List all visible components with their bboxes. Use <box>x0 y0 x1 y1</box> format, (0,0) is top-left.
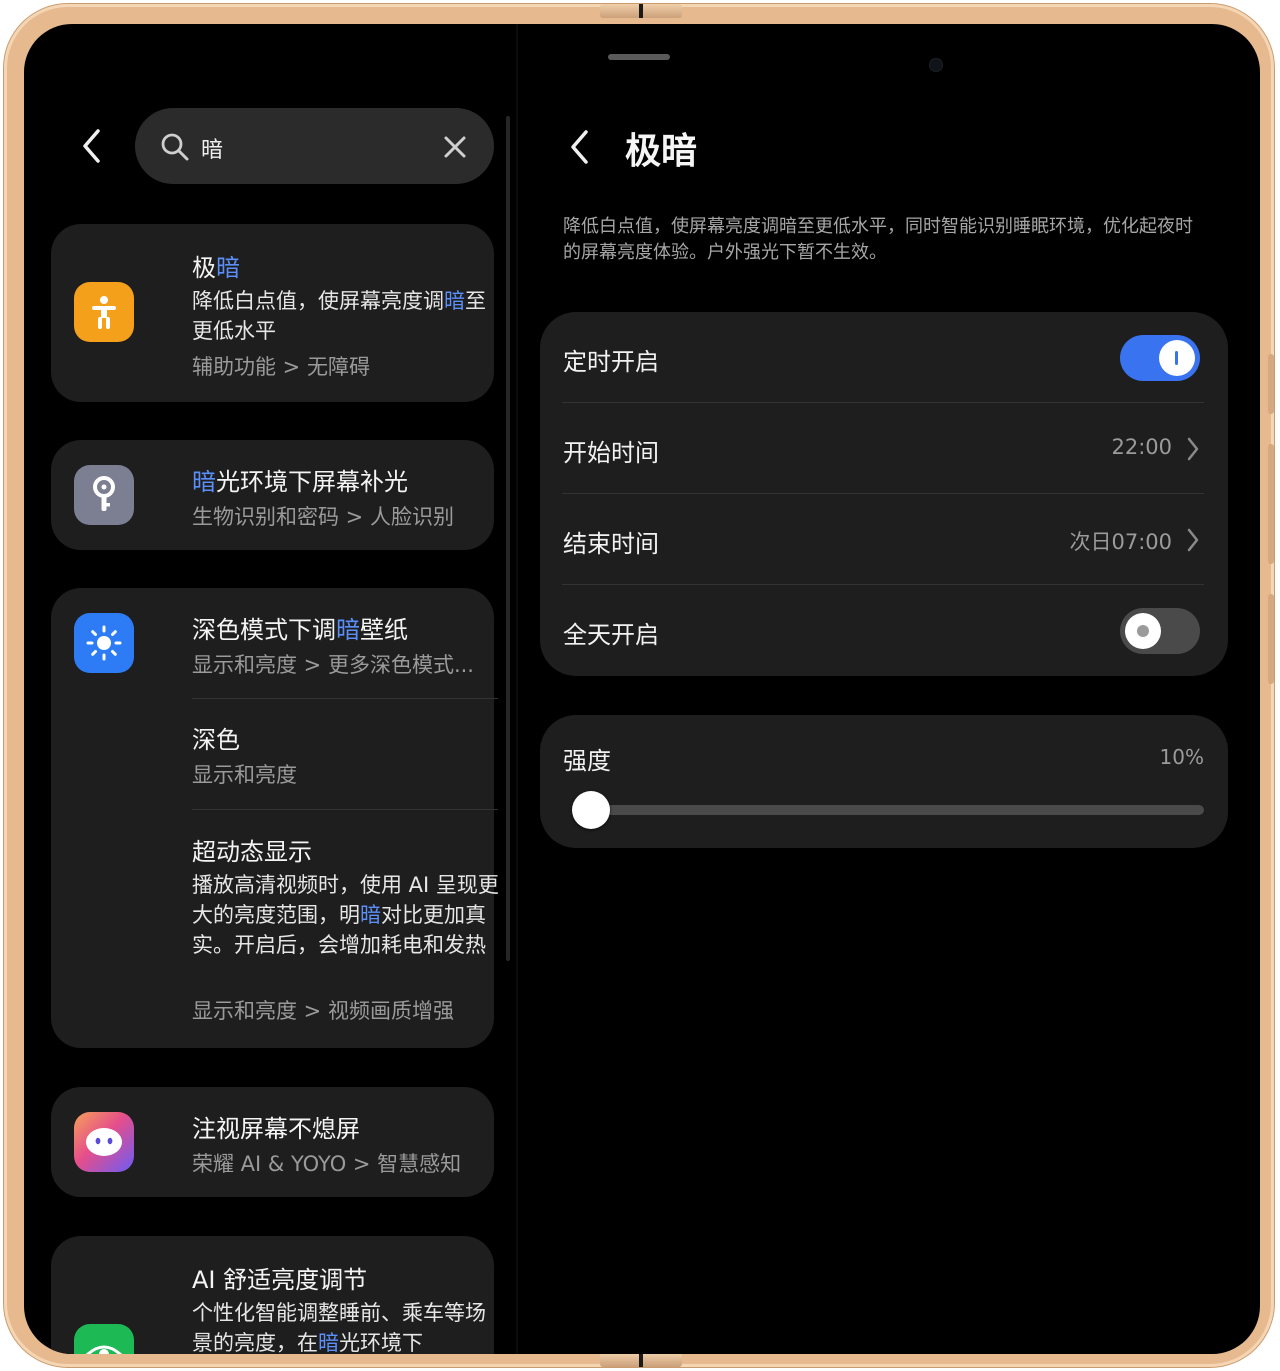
result-card-face-fill-light[interactable]: 暗光环境下屏幕补光 生物识别和密码 > 人脸识别 <box>51 440 494 550</box>
screen: 暗 极暗 降低白点值，使屏幕亮度调暗至更低水平 辅助功能 > 无障碍 暗光环境下… <box>24 24 1260 1354</box>
back-button[interactable] <box>72 126 112 166</box>
search-results-pane: 暗 极暗 降低白点值，使屏幕亮度调暗至更低水平 辅助功能 > 无障碍 暗光环境下… <box>24 24 516 1354</box>
detail-pane: 极暗 降低白点值，使屏幕亮度调暗至更低水平，同时智能识别睡眠环境，优化起夜时的屏… <box>518 24 1260 1354</box>
divider <box>192 809 498 810</box>
result-path: 显示和亮度 > 视频画质增强 <box>192 999 454 1023</box>
result-icon-tile <box>74 1324 134 1354</box>
result-path: 显示和亮度 <box>192 763 297 787</box>
intensity-panel: 强度 10% <box>540 715 1228 848</box>
chevron-left-icon <box>83 129 100 163</box>
intensity-label: 强度 <box>563 747 611 775</box>
result-path: 生物识别和密码 > 人脸识别 <box>192 505 454 529</box>
intensity-slider-thumb[interactable] <box>572 791 610 829</box>
search-icon <box>161 133 189 161</box>
result-card-gaze-keep-screen-on[interactable]: 注视屏幕不熄屏 荣耀 AI & YOYO > 智慧感知 <box>51 1087 494 1197</box>
result-title: 暗光环境下屏幕补光 <box>192 468 408 496</box>
search-input[interactable]: 暗 <box>201 132 223 164</box>
volume-button <box>1268 354 1274 414</box>
toggle-knob <box>1125 613 1161 649</box>
result-path: 辅助功能 > 无障碍 <box>192 355 370 379</box>
intensity-slider-track[interactable] <box>574 805 1204 815</box>
result-icon-tile <box>74 282 134 342</box>
clear-search-icon[interactable] <box>439 131 471 163</box>
start-time-value: 22:00 <box>1111 435 1172 459</box>
accessibility-icon <box>92 296 116 329</box>
all-day-row[interactable]: 全天开启 <box>540 585 1228 676</box>
result-icon-tile <box>74 1112 134 1172</box>
timed-on-label: 定时开启 <box>563 348 659 376</box>
page-title: 极暗 <box>625 131 698 172</box>
end-time-row[interactable]: 结束时间 次日07:00 <box>540 494 1228 585</box>
device-frame: 暗 极暗 降低白点值，使屏幕亮度调暗至更低水平 辅助功能 > 无障碍 暗光环境下… <box>4 4 1274 1367</box>
result-path: 显示和亮度 > 更多深色模式... <box>192 653 474 677</box>
all-day-label: 全天开启 <box>563 621 659 649</box>
result-icon-tile <box>74 465 134 525</box>
result-title: 深色模式下调暗壁纸 <box>192 616 408 644</box>
intensity-value: 10% <box>1159 745 1204 769</box>
result-card-ai-comfort-brightness[interactable]: AI 舒适亮度调节 个性化智能调整睡前、乘车等场景的亮度，在暗光环境下 <box>51 1236 494 1354</box>
all-day-toggle[interactable] <box>1120 608 1200 654</box>
page-description: 降低白点值，使屏幕亮度调暗至更低水平，同时智能识别睡眠环境，优化起夜时的屏幕亮度… <box>563 216 1193 263</box>
result-description: 降低白点值，使屏幕亮度调暗至更低水平 <box>192 289 486 343</box>
chevron-right-icon <box>1187 528 1199 552</box>
result-icon-tile <box>74 613 134 673</box>
search-bar[interactable]: 暗 <box>135 108 494 184</box>
end-time-label: 结束时间 <box>563 530 659 558</box>
key-icon <box>93 476 115 511</box>
hinge-bottom <box>600 1353 682 1367</box>
detail-back-button[interactable] <box>560 127 600 167</box>
yoyo-assistant-icon <box>86 1128 122 1156</box>
start-time-label: 开始时间 <box>563 439 659 467</box>
volume-button-2 <box>1268 444 1274 564</box>
chevron-right-icon <box>1187 437 1199 461</box>
result-card-display-group: 深色模式下调暗壁纸 显示和亮度 > 更多深色模式... 深色 显示和亮度 超动态… <box>51 588 499 1048</box>
power-button <box>1268 594 1274 684</box>
result-description: 个性化智能调整睡前、乘车等场景的亮度，在暗光环境下 <box>192 1301 486 1354</box>
brightness-icon <box>86 625 122 661</box>
result-title: 超动态显示 <box>192 838 312 866</box>
result-description: 播放高清视频时，使用 AI 呈现更大的亮度范围，明暗对比更加真实。开启后，会增加… <box>192 873 499 957</box>
start-time-row[interactable]: 开始时间 22:00 <box>540 403 1228 494</box>
timed-on-row[interactable]: 定时开启 <box>540 312 1228 403</box>
chevron-left-icon <box>571 130 588 164</box>
result-path: 荣耀 AI & YOYO > 智慧感知 <box>192 1152 462 1176</box>
end-time-value: 次日07:00 <box>1069 530 1172 554</box>
result-card-extra-dim[interactable]: 极暗 降低白点值，使屏幕亮度调暗至更低水平 辅助功能 > 无障碍 <box>51 224 494 402</box>
timed-on-toggle[interactable] <box>1120 335 1200 381</box>
result-title: 深色 <box>192 726 240 754</box>
result-title: AI 舒适亮度调节 <box>192 1266 368 1294</box>
schedule-panel: 定时开启 开始时间 22:00 结束时间 次日07:00 全天开启 <box>540 312 1228 676</box>
eye-comfort-icon <box>85 1345 123 1354</box>
toggle-knob <box>1159 340 1195 376</box>
hinge-top <box>600 4 682 18</box>
divider <box>192 698 498 699</box>
result-title: 极暗 <box>192 254 240 282</box>
result-title: 注视屏幕不熄屏 <box>192 1115 360 1143</box>
scrollbar[interactable] <box>506 116 510 961</box>
